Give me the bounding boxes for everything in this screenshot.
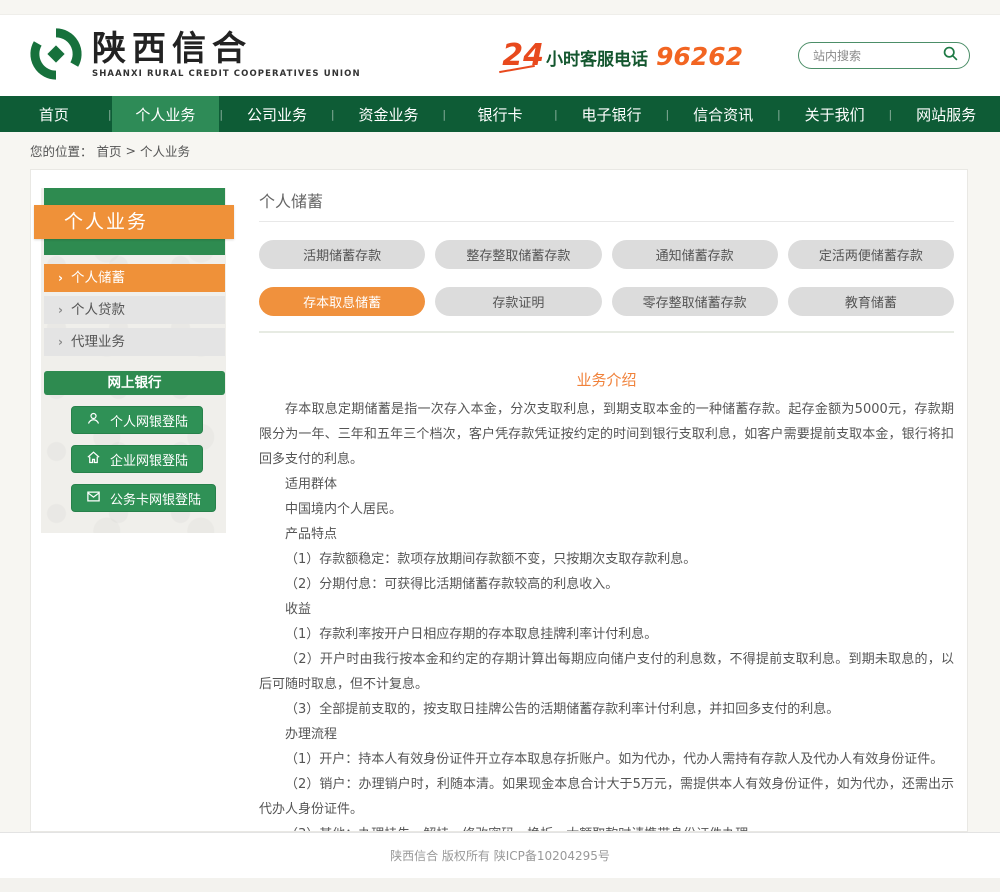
breadcrumb-label: 您的位置： bbox=[30, 141, 93, 160]
article-paragraph: 适用群体 bbox=[259, 472, 954, 497]
hotline-label: 小时客服电话 bbox=[546, 45, 648, 70]
nav-item-personal[interactable]: 个人业务 bbox=[112, 96, 220, 132]
site-search[interactable] bbox=[798, 42, 970, 69]
site-header: 陕西信合 SHAANXI RURAL CREDIT COOPERATIVES U… bbox=[0, 15, 1000, 96]
nav-item-bank-card[interactable]: 银行卡 bbox=[446, 96, 554, 132]
nav-item-site-services[interactable]: 网站服务 bbox=[892, 96, 1000, 132]
official-card-ebank-login-button[interactable]: 公务卡网银登陆 bbox=[71, 484, 216, 512]
article-paragraph: （3）全部提前支取的，按支取日挂牌公告的活期储蓄存款利率计付利息，并扣回多支付的… bbox=[259, 697, 954, 722]
article-paragraph: （1）存款额稳定：款项存放期间存款额不变，只按期次支取存款利息。 bbox=[259, 547, 954, 572]
breadcrumb-home-link[interactable]: 首页 bbox=[97, 141, 122, 160]
sidebar-item-personal-loans[interactable]: › 个人贷款 bbox=[44, 296, 225, 324]
article-paragraph: 中国境内个人居民。 bbox=[259, 497, 954, 522]
user-icon bbox=[86, 411, 101, 430]
corporate-ebank-login-button[interactable]: 企业网银登陆 bbox=[71, 445, 203, 473]
sidebar-hero: 个人业务 bbox=[41, 188, 226, 255]
copyright-text: 陕西信合 版权所有 陕ICP备10204295号 bbox=[390, 847, 610, 864]
envelope-icon bbox=[86, 489, 101, 508]
tab-current-deposit[interactable]: 活期储蓄存款 bbox=[259, 240, 425, 269]
chevron-right-icon: › bbox=[58, 296, 63, 324]
breadcrumb-current: 个人业务 bbox=[140, 141, 190, 160]
nav-item-funds[interactable]: 资金业务 bbox=[335, 96, 443, 132]
tab-interest-withdrawal-deposit[interactable]: 存本取息储蓄 bbox=[259, 287, 425, 316]
logo-icon bbox=[30, 28, 82, 84]
article-paragraph: （1）存款利率按开户日相应存期的存本取息挂牌利率计付利息。 bbox=[259, 622, 954, 647]
netbank-buttons: 个人网银登陆企业网银登陆公务卡网银登陆 bbox=[41, 395, 226, 512]
sidebar-menu: › 个人储蓄 › 个人贷款 › 代理业务 bbox=[41, 264, 226, 356]
button-label: 企业网银登陆 bbox=[110, 450, 188, 469]
service-hotline: 24 小时客服电话 96262 bbox=[502, 38, 743, 73]
article-paragraph: （2）销户：办理销户时，利随本清。如果现金本息合计大于5万元，需提供本人有效身份… bbox=[259, 772, 954, 822]
tab-deposit-certificate[interactable]: 存款证明 bbox=[435, 287, 601, 316]
tab-installment-deposit[interactable]: 零存整取储蓄存款 bbox=[612, 287, 778, 316]
tab-lump-deposit[interactable]: 整存整取储蓄存款 bbox=[435, 240, 601, 269]
button-label: 公务卡网银登陆 bbox=[110, 489, 201, 508]
article-paragraph: 收益 bbox=[259, 597, 954, 622]
tab-education-savings[interactable]: 教育储蓄 bbox=[788, 287, 954, 316]
tab-separator bbox=[259, 331, 954, 333]
article-paragraph: （2）开户时由我行按本金和约定的存期计算出每期应向储户支付的利息数，不得提前支取… bbox=[259, 647, 954, 697]
main-content: 个人储蓄 活期储蓄存款整存整取储蓄存款通知储蓄存款定活两便储蓄存款存本取息储蓄存… bbox=[226, 170, 967, 831]
breadcrumb-separator: > bbox=[126, 143, 136, 158]
personal-ebank-login-button[interactable]: 个人网银登陆 bbox=[71, 406, 203, 434]
site-logo[interactable]: 陕西信合 SHAANXI RURAL CREDIT COOPERATIVES U… bbox=[30, 28, 361, 84]
article-paragraph: （3）其他：办理挂失、解挂、修改密码、换折、大额取款时请携带身份证件办理。 bbox=[259, 822, 954, 832]
bottom-strip bbox=[0, 878, 1000, 892]
sidebar-item-personal-savings[interactable]: › 个人储蓄 bbox=[44, 264, 225, 292]
product-tabs: 活期储蓄存款整存整取储蓄存款通知储蓄存款定活两便储蓄存款存本取息储蓄存款证明零存… bbox=[259, 240, 954, 316]
nav-item-about[interactable]: 关于我们 bbox=[781, 96, 889, 132]
home-icon bbox=[86, 450, 101, 469]
chevron-right-icon: › bbox=[58, 264, 63, 292]
article-paragraph: 产品特点 bbox=[259, 522, 954, 547]
page-title: 个人储蓄 bbox=[259, 188, 954, 212]
nav-item-home[interactable]: 首页 bbox=[0, 96, 108, 132]
hotline-number: 96262 bbox=[656, 42, 743, 71]
sidebar-item-label: 个人储蓄 bbox=[71, 264, 125, 292]
logo-title: 陕西信合 bbox=[92, 32, 361, 66]
main-nav: 首页|个人业务|公司业务|资金业务|银行卡|电子银行|信合资讯|关于我们|网站服… bbox=[0, 96, 1000, 132]
search-input[interactable] bbox=[813, 49, 942, 63]
sidebar-title-ribbon: 个人业务 bbox=[34, 205, 234, 239]
sidebar-item-agency-services[interactable]: › 代理业务 bbox=[44, 328, 225, 356]
sidebar: 个人业务 › 个人储蓄 › 个人贷款 › 代理业务 网上银行 个人网银登陆企业网银登陆公务… bbox=[41, 188, 226, 533]
sidebar-item-label: 代理业务 bbox=[71, 328, 125, 356]
main-container: 个人业务 › 个人储蓄 › 个人贷款 › 代理业务 网上银行 个人网银登陆企业网银登陆公务… bbox=[30, 169, 968, 832]
chevron-right-icon: › bbox=[58, 328, 63, 356]
hotline-24: 24 bbox=[502, 38, 544, 73]
site-footer: 陕西信合 版权所有 陕ICP备10204295号 bbox=[0, 832, 1000, 878]
nav-item-e-banking[interactable]: 电子银行 bbox=[558, 96, 666, 132]
article-paragraph: （1）开户：持本人有效身份证件开立存本取息存折账户。如为代办，代办人需持有存款人… bbox=[259, 747, 954, 772]
search-icon[interactable] bbox=[942, 45, 959, 66]
sidebar-item-label: 个人贷款 bbox=[71, 296, 125, 324]
tab-notice-deposit[interactable]: 通知储蓄存款 bbox=[612, 240, 778, 269]
article-body: 存本取息定期储蓄是指一次存入本金，分次支取利息，到期支取本金的一种储蓄存款。起存… bbox=[259, 397, 954, 832]
netbank-panel-title: 网上银行 bbox=[44, 371, 225, 395]
button-label: 个人网银登陆 bbox=[110, 411, 188, 430]
breadcrumb: 您的位置： 首页 > 个人业务 bbox=[0, 132, 1000, 169]
logo-subtitle: SHAANXI RURAL CREDIT COOPERATIVES UNION bbox=[92, 70, 361, 79]
netbank-panel: 网上银行 个人网银登陆企业网银登陆公务卡网银登陆 bbox=[41, 371, 226, 512]
article-paragraph: 存本取息定期储蓄是指一次存入本金，分次支取利息，到期支取本金的一种储蓄存款。起存… bbox=[259, 397, 954, 472]
tab-flexible-deposit[interactable]: 定活两便储蓄存款 bbox=[788, 240, 954, 269]
nav-item-news[interactable]: 信合资讯 bbox=[669, 96, 777, 132]
nav-item-corporate[interactable]: 公司业务 bbox=[223, 96, 331, 132]
top-strip bbox=[0, 0, 1000, 15]
page-background: 个人业务 › 个人储蓄 › 个人贷款 › 代理业务 网上银行 个人网银登陆企业网银登陆公务… bbox=[0, 169, 1000, 832]
article-paragraph: 办理流程 bbox=[259, 722, 954, 747]
section-heading: 业务介绍 bbox=[259, 369, 954, 390]
article-paragraph: （2）分期付息：可获得比活期储蓄存款较高的利息收入。 bbox=[259, 572, 954, 597]
